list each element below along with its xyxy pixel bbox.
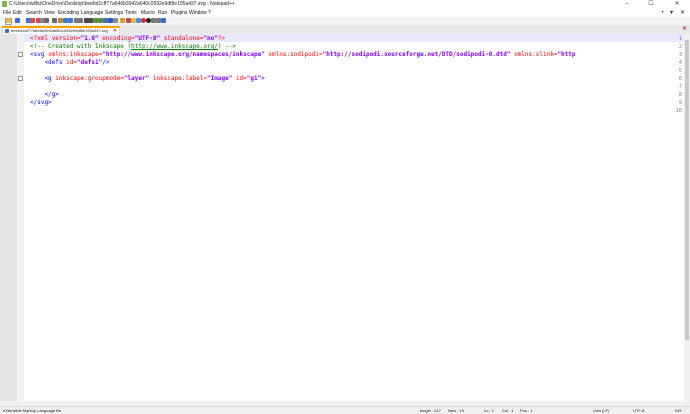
close-window-button[interactable]: ✕ (668, 0, 686, 9)
menu-help[interactable]: ? (208, 9, 211, 17)
fold-margin[interactable] (17, 34, 24, 401)
window-title: C:\Users\wilfst\OneDrive\Desktop\beebd1c… (9, 1, 235, 7)
status-ln: Ln : 1 (484, 408, 495, 413)
fold-toggle-icon[interactable] (18, 52, 23, 57)
menu-macro[interactable]: Macro (141, 9, 155, 17)
menu-encoding[interactable]: Encoding (58, 9, 79, 17)
status-length: length : 617 (420, 408, 441, 413)
title-bar: C:\Users\wilfst\OneDrive\Desktop\beebd1c… (0, 0, 690, 9)
code-line[interactable]: <defs id="defs1"/> (30, 59, 684, 67)
replace-icon[interactable] (78, 18, 83, 23)
code-line[interactable] (30, 67, 684, 75)
status-pos: Pos : 1 (520, 408, 533, 413)
maximize-button[interactable]: ☐ (642, 0, 660, 9)
notepadpp-icon (2, 1, 7, 7)
status-encoding: UTF-8 (633, 408, 645, 413)
tabbar-close-icon[interactable]: ✕ (682, 26, 687, 33)
saved-file-icon (5, 29, 9, 33)
close-doc-icon[interactable]: ✕ (680, 9, 685, 17)
save-macro-icon[interactable] (161, 18, 166, 23)
status-eol: Unix (LF) (593, 408, 610, 413)
status-file-type: eXtensible Markup Language file (3, 408, 62, 413)
menu-search[interactable]: Search (26, 9, 42, 17)
code-line[interactable]: <g inkscape:groupmode="layer" inkscape:l… (30, 75, 684, 83)
tab-list-chevron-icon[interactable]: ▾ (670, 9, 673, 17)
status-col: Col : 1 (502, 408, 514, 413)
menu-settings[interactable]: Settings (105, 9, 123, 17)
redo-icon[interactable] (68, 18, 73, 23)
doc-map-icon[interactable] (120, 18, 125, 23)
code-line[interactable]: <svg xmlns:inkscape="http://www.inkscape… (30, 51, 684, 59)
code-line[interactable]: </svg> (30, 99, 684, 107)
status-bar: eXtensible Markup Language file length :… (0, 406, 690, 414)
menu-run[interactable]: Run (158, 9, 167, 17)
menu-plugins[interactable]: Plugins (171, 9, 187, 17)
menu-tools[interactable]: Tools (125, 9, 137, 17)
menu-file[interactable]: File (3, 9, 11, 17)
close-icon[interactable] (30, 18, 35, 23)
fold-toggle-icon[interactable] (18, 76, 23, 81)
code-line[interactable]: <!-- Created with Inkscape (http://www.i… (30, 43, 684, 51)
new-tab-plus-icon[interactable]: + (661, 9, 665, 17)
file-tab[interactable]: beebd1cff77a646b3942a640c0592e9df8e195a4… (2, 26, 120, 34)
menu-view[interactable]: View (44, 9, 55, 17)
menu-edit[interactable]: Edit (13, 9, 22, 17)
line-number-gutter (0, 34, 17, 401)
minimize-button[interactable]: – (618, 0, 636, 9)
menu-language[interactable]: Language (81, 9, 103, 17)
open-icon[interactable] (6, 18, 11, 23)
code-line[interactable]: </g> (30, 91, 684, 99)
status-insert-mode: INS (675, 408, 682, 413)
status-lines: lines : 10 (448, 408, 465, 413)
menu-bar: File Edit Search View Encoding Language … (0, 9, 690, 17)
indent-guide-icon[interactable] (113, 18, 118, 23)
save-icon[interactable] (15, 18, 20, 23)
code-line[interactable] (30, 107, 684, 115)
scroll-thumb[interactable] (685, 40, 689, 340)
toolbar (0, 17, 690, 25)
code-line[interactable] (30, 83, 684, 91)
code-line[interactable]: <?xml version="1.0" encoding="UTF-8" sta… (30, 35, 684, 43)
copy-icon[interactable] (52, 18, 57, 23)
editor-pane[interactable]: 1 <?xml version="1.0" encoding="UTF-8" st… (0, 34, 684, 401)
menu-window[interactable]: Window (189, 9, 207, 17)
cut-icon[interactable] (44, 18, 49, 23)
vertical-scrollbar[interactable] (684, 34, 690, 401)
